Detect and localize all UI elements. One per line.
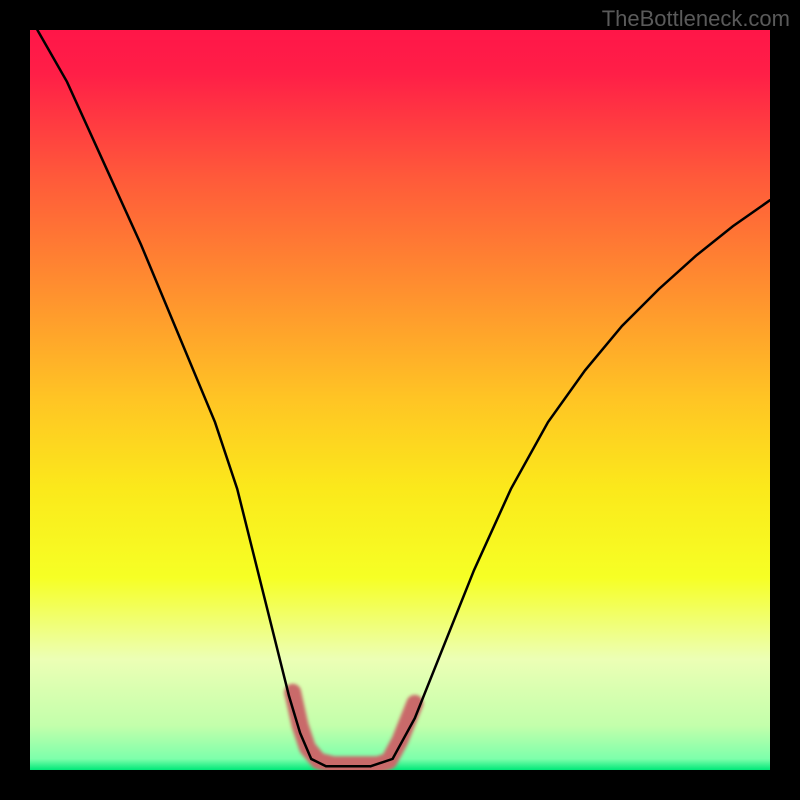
curve-right-branch bbox=[370, 200, 770, 766]
curve-left-branch bbox=[37, 30, 370, 766]
plot-frame bbox=[30, 30, 770, 770]
watermark-text: TheBottleneck.com bbox=[602, 6, 790, 32]
bottleneck-curve bbox=[30, 30, 770, 770]
